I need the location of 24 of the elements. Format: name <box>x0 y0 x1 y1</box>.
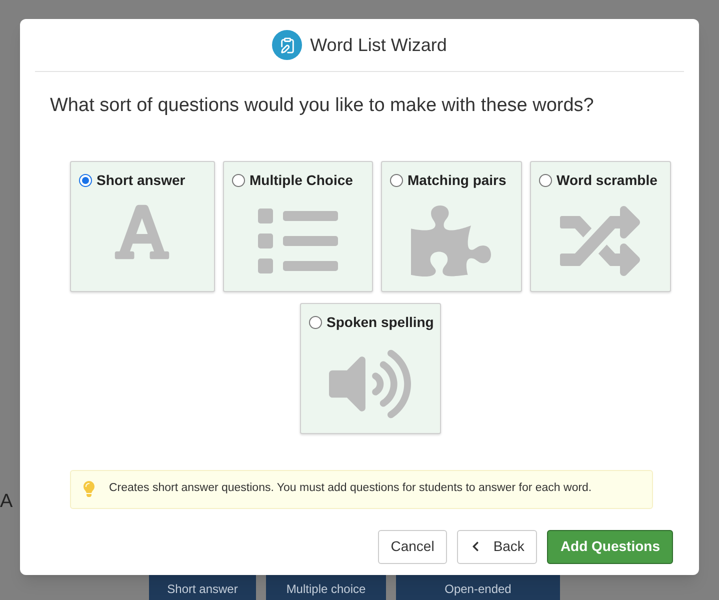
radio-button[interactable] <box>78 174 92 186</box>
cancel-button[interactable]: Cancel <box>378 530 448 564</box>
chevron-left-icon <box>470 541 482 552</box>
hint-text: Creates short answer questions. You must add questions for students to answer for each word. <box>109 481 592 496</box>
option-card[interactable]: Multiple Choice <box>222 160 372 292</box>
radio-button[interactable] <box>232 174 244 186</box>
option-label: Spoken spelling <box>326 312 434 332</box>
radio-button[interactable] <box>390 174 402 186</box>
page-heading: A <box>0 490 13 514</box>
dialog-title: Word List Wizard <box>310 34 447 56</box>
back-button[interactable]: Back <box>457 530 538 564</box>
question-text: What sort of questions would you like to make with these words? <box>50 94 595 118</box>
option-card[interactable]: Spoken spelling <box>300 302 440 434</box>
option-card[interactable]: Matching pairs <box>380 160 522 292</box>
option-label: Word scramble <box>556 170 658 190</box>
option-card[interactable]: Short answer <box>70 160 214 292</box>
lightbulb-icon <box>81 481 97 497</box>
radio-button[interactable] <box>538 174 552 186</box>
radio-button[interactable] <box>308 316 322 328</box>
option-label: Short answer <box>96 170 186 190</box>
option-card[interactable]: Word scramble <box>530 160 670 292</box>
option-label: Matching pairs <box>408 170 506 190</box>
clipboard-pencil-icon <box>272 30 302 60</box>
option-label: Multiple Choice <box>250 170 353 190</box>
